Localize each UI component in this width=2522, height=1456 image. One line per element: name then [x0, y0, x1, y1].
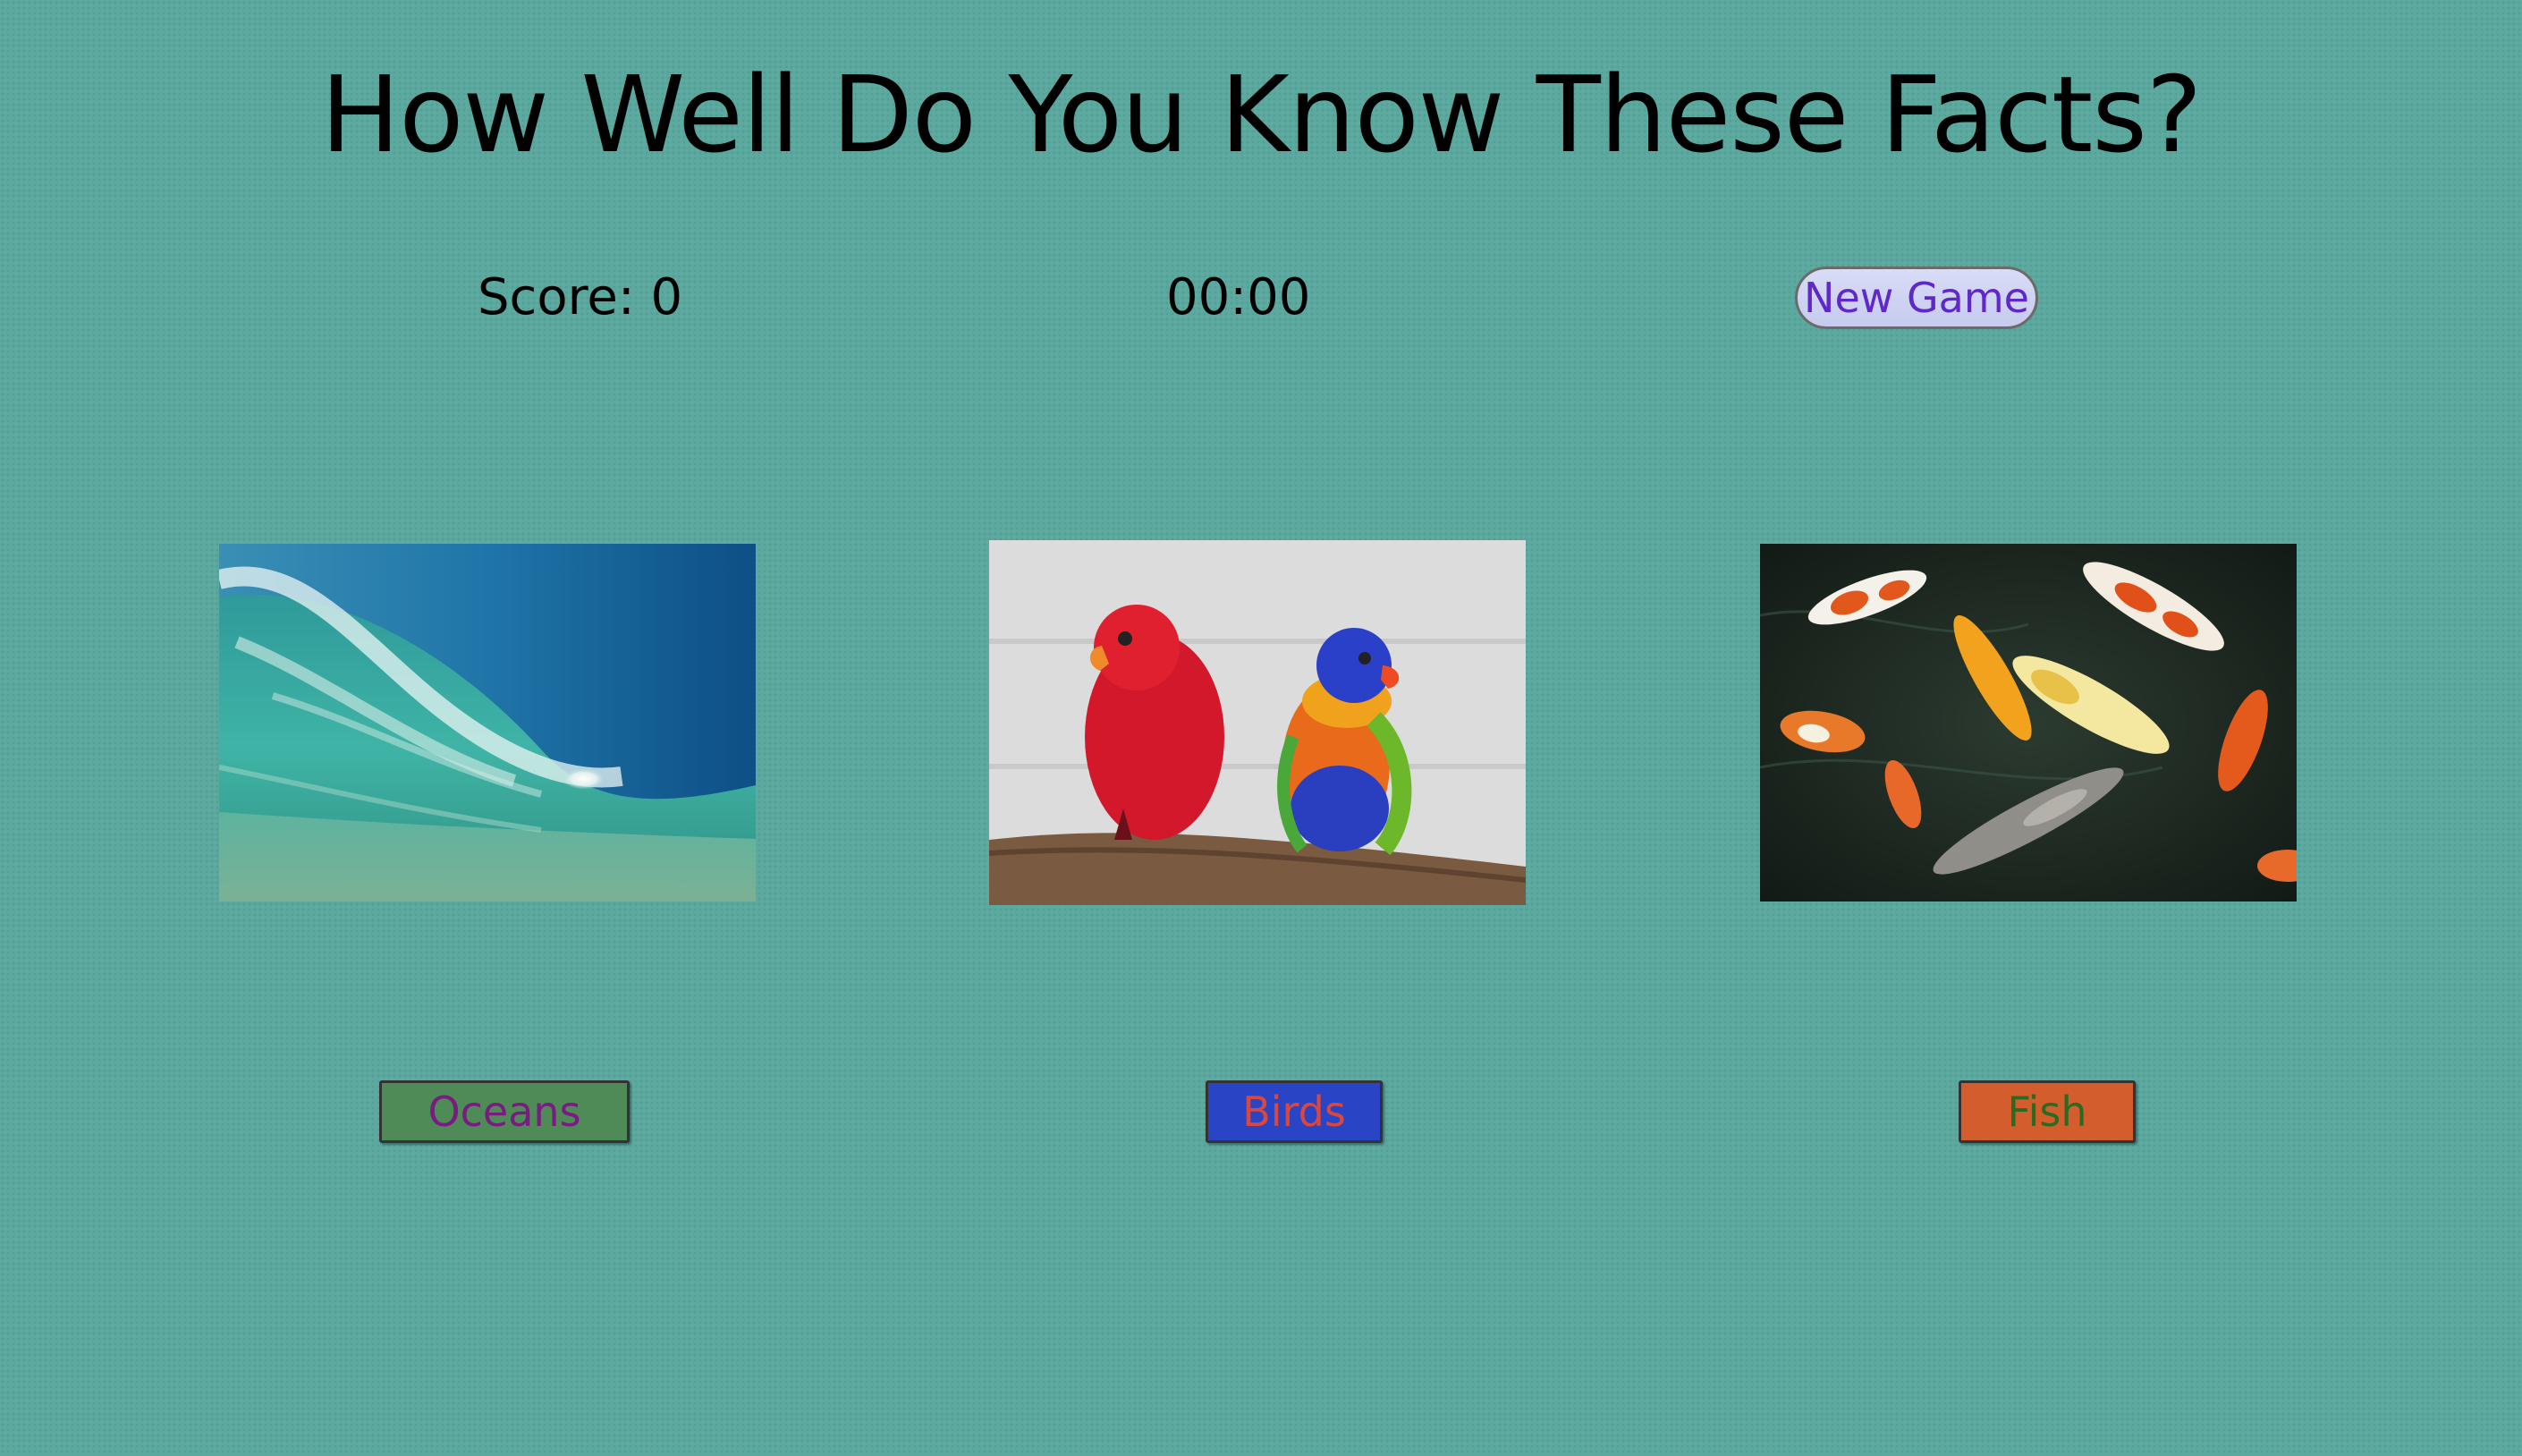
birds-image[interactable] [989, 540, 1526, 905]
page-title: How Well Do You Know These Facts? [320, 53, 2203, 176]
score-display: Score: 0 [478, 268, 683, 326]
timer-display: 00:00 [1166, 268, 1311, 326]
oceans-button[interactable]: Oceans [379, 1080, 630, 1143]
fish-image[interactable] [1760, 544, 2297, 902]
fish-button[interactable]: Fish [1959, 1080, 2136, 1143]
oceans-image[interactable] [219, 544, 756, 902]
new-game-button[interactable]: New Game [1795, 267, 2038, 329]
birds-button[interactable]: Birds [1206, 1080, 1383, 1143]
